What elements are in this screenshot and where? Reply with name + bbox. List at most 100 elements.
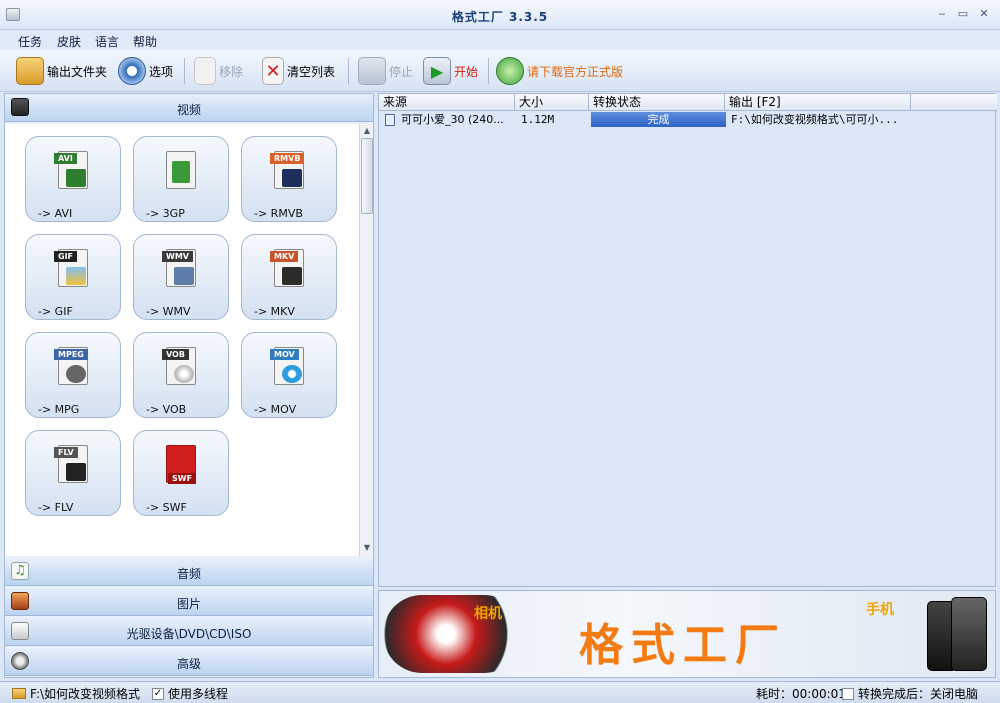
file-icon xyxy=(385,114,395,126)
clapperboard-icon xyxy=(66,463,86,481)
format-rmvb-button[interactable]: RMVB -> RMVB xyxy=(241,136,337,222)
category-image[interactable]: 图片 xyxy=(5,588,373,616)
format-flv-button[interactable]: FLV -> FLV xyxy=(25,430,121,516)
status-bar: F:\如何改变视频格式 ✓ 使用多线程 耗时：00:00:01 转换完成后：关闭… xyxy=(0,681,1000,703)
download-official-button[interactable]: 请下载官方正式版 xyxy=(496,56,623,86)
options-label: 选项 xyxy=(149,64,174,79)
format-label: -> AVI xyxy=(38,207,73,220)
format-label: -> VOB xyxy=(146,403,187,416)
after-done-checkbox[interactable] xyxy=(842,687,854,700)
format-label: -> MKV xyxy=(254,305,295,318)
clear-list-button[interactable]: ✕ 清空列表 xyxy=(262,56,335,86)
format-gif-button[interactable]: GIF -> GIF xyxy=(25,234,121,320)
picture-icon xyxy=(66,267,86,285)
category-audio[interactable]: ♫ 音频 xyxy=(5,558,373,586)
globe-icon xyxy=(496,57,524,85)
multithread-option[interactable]: ✓ 使用多线程 xyxy=(152,685,228,702)
format-tag: MPEG xyxy=(54,349,88,360)
play-icon: ▶ xyxy=(423,57,451,85)
format-vob-button[interactable]: VOB -> VOB xyxy=(133,332,229,418)
column-status[interactable]: 转换状态 xyxy=(589,94,725,111)
banner-phone-text: 手机 xyxy=(866,602,894,618)
task-output[interactable]: F:\如何改变视频格式\可可小... xyxy=(731,112,909,128)
close-button[interactable]: ✕ xyxy=(976,7,992,21)
banner-camera-text: 相机 xyxy=(474,606,502,622)
after-done-label: 转换完成后：关闭电脑 xyxy=(858,687,979,701)
scroll-up-icon[interactable]: ▲ xyxy=(361,125,373,137)
format-3gp-button[interactable]: -> 3GP xyxy=(133,136,229,222)
task-list: 来源 大小 转换状态 输出 [F2] 可可小爱_30 (240... 1.12M… xyxy=(378,93,997,587)
film-reel-icon xyxy=(66,365,86,383)
output-folder-button[interactable]: 输出文件夹 xyxy=(16,56,107,86)
multithread-label: 使用多线程 xyxy=(168,687,229,701)
output-folder-status[interactable]: F:\如何改变视频格式 xyxy=(12,685,140,702)
toolbar: 输出文件夹 选项 移除 ✕ 清空列表 停止 ▶ 开始 请下载官方正式版 xyxy=(0,50,1000,92)
menu-help[interactable]: 帮助 xyxy=(133,33,157,50)
column-source[interactable]: 来源 xyxy=(379,94,515,111)
format-label: -> SWF xyxy=(146,501,187,514)
gear-icon xyxy=(118,57,146,85)
task-source[interactable]: 可可小爱_30 (240... xyxy=(401,112,513,128)
scroll-thumb[interactable] xyxy=(361,138,373,214)
format-scrollbar[interactable]: ▲ ▼ xyxy=(359,124,373,556)
phone-video-icon xyxy=(172,161,190,183)
menu-language[interactable]: 语言 xyxy=(95,33,119,50)
column-output[interactable]: 输出 [F2] xyxy=(725,94,911,111)
multithread-checkbox[interactable]: ✓ xyxy=(152,687,164,700)
category-image-label: 图片 xyxy=(176,597,201,611)
start-button[interactable]: ▶ 开始 xyxy=(423,56,478,86)
format-tag: MKV xyxy=(270,251,299,262)
format-tag: VOB xyxy=(162,349,189,360)
format-label: -> WMV xyxy=(146,305,191,318)
format-tag: FLV xyxy=(54,447,78,458)
after-done-option[interactable]: 转换完成后：关闭电脑 xyxy=(842,685,978,702)
start-label: 开始 xyxy=(454,64,479,79)
camcorder-icon xyxy=(174,267,194,285)
film-icon xyxy=(282,267,302,285)
format-label: -> FLV xyxy=(38,501,74,514)
window-title: 格式工厂 3.3.5 xyxy=(451,10,549,24)
format-label: -> RMVB xyxy=(254,207,303,220)
format-tag: SWF xyxy=(168,473,197,484)
format-wmv-button[interactable]: WMV -> WMV xyxy=(133,234,229,320)
remove-button[interactable]: 移除 xyxy=(194,56,243,86)
options-button[interactable]: 选项 xyxy=(118,56,173,86)
remove-icon xyxy=(194,57,216,85)
clear-list-icon: ✕ xyxy=(262,57,284,85)
task-status: 完成 xyxy=(591,112,726,127)
toolbar-separator xyxy=(488,58,489,84)
output-folder-path: F:\如何改变视频格式 xyxy=(30,687,141,701)
format-mpg-button[interactable]: MPEG -> MPG xyxy=(25,332,121,418)
format-mov-button[interactable]: MOV -> MOV xyxy=(241,332,337,418)
category-audio-label: 音频 xyxy=(176,567,201,581)
category-optical[interactable]: 光驱设备\DVD\CD\ISO xyxy=(5,618,373,646)
format-grid: AVI -> AVI -> 3GP RMVB -> RMVB GIF -> GI… xyxy=(5,124,359,556)
minimize-button[interactable]: ‒ xyxy=(934,7,950,21)
format-avi-button[interactable]: AVI -> AVI xyxy=(25,136,121,222)
column-filler xyxy=(911,94,997,111)
scroll-down-icon[interactable]: ▼ xyxy=(361,542,373,554)
quicktime-icon xyxy=(282,365,302,383)
ad-banner[interactable]: 相机 格式工厂 手机 xyxy=(378,590,996,678)
column-size[interactable]: 大小 xyxy=(515,94,589,111)
toolbar-separator xyxy=(184,58,185,84)
format-mkv-button[interactable]: MKV -> MKV xyxy=(241,234,337,320)
folder-icon xyxy=(12,688,26,699)
stop-button[interactable]: 停止 xyxy=(358,56,413,86)
format-label: -> MOV xyxy=(254,403,297,416)
menu-task[interactable]: 任务 xyxy=(18,33,42,50)
maximize-button[interactable]: ▭ xyxy=(955,7,971,21)
menu-skin[interactable]: 皮肤 xyxy=(57,33,81,50)
format-label: -> GIF xyxy=(38,305,73,318)
stop-icon xyxy=(358,57,386,85)
disc-icon xyxy=(174,365,194,383)
category-advanced[interactable]: 高级 xyxy=(5,648,373,676)
format-swf-button[interactable]: SWF -> SWF xyxy=(133,430,229,516)
category-video[interactable]: 视频 xyxy=(5,94,373,122)
remove-label: 移除 xyxy=(219,64,244,79)
toolbar-separator xyxy=(348,58,349,84)
title-bar: 格式工厂 3.3.5 ‒ ▭ ✕ xyxy=(0,0,1000,30)
format-tag: WMV xyxy=(162,251,193,262)
folder-icon xyxy=(16,57,44,85)
format-label: -> 3GP xyxy=(146,207,185,220)
